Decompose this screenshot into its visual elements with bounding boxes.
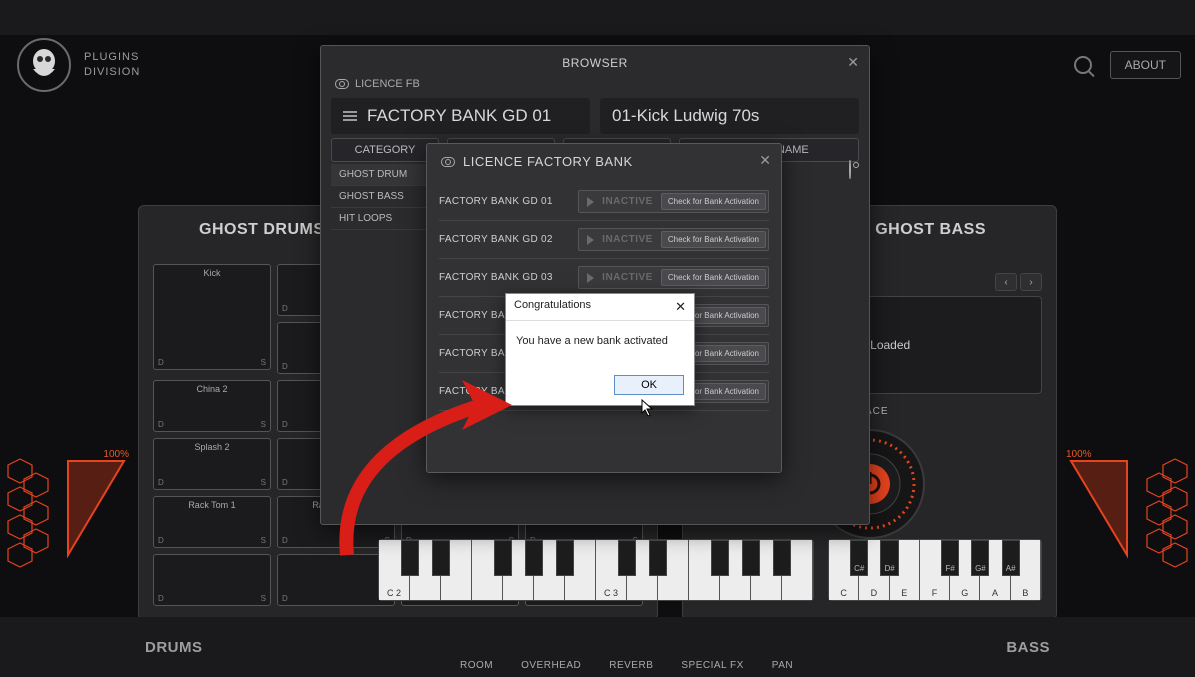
prev-preset-button[interactable]: ‹ xyxy=(995,273,1017,291)
pad-7[interactable]: China 2DS xyxy=(153,380,271,432)
play-icon xyxy=(587,197,594,207)
black-key[interactable]: G# xyxy=(971,540,989,576)
black-key[interactable] xyxy=(432,540,451,576)
browser-close-button[interactable]: ✕ xyxy=(847,54,859,71)
search-icon[interactable] xyxy=(1074,56,1092,74)
fx-knobs-row: ROOM OVERHEAD REVERB SPECIAL FX PAN xyxy=(460,660,793,671)
logo: PLUGINS DIVISION xyxy=(14,35,140,95)
fx-label: REVERB xyxy=(609,660,653,671)
status-label: INACTIVE xyxy=(602,234,653,245)
fx-label: ROOM xyxy=(460,660,493,671)
black-key[interactable] xyxy=(773,540,792,576)
black-key[interactable] xyxy=(742,540,761,576)
dialog-message: You have a new bank activated xyxy=(506,321,694,369)
logo-icon xyxy=(14,35,74,95)
black-key[interactable] xyxy=(556,540,575,576)
congrats-dialog: Congratulations ✕ You have a new bank ac… xyxy=(505,293,695,406)
bank-status: INACTIVE Check for Bank Activation xyxy=(578,228,769,251)
volume-left-value: 100% xyxy=(103,449,129,460)
ghost-bass-title: GHOST BASS xyxy=(875,221,986,239)
dialog-ok-button[interactable]: OK xyxy=(614,375,684,395)
black-key[interactable] xyxy=(525,540,544,576)
licence-bank-row: FACTORY BANK GD 03 INACTIVE Check for Bank… xyxy=(439,259,769,297)
black-key[interactable]: F# xyxy=(941,540,959,576)
keyboard-main[interactable]: C 2C 3 xyxy=(378,539,814,601)
play-icon xyxy=(587,235,594,245)
sample-selector[interactable]: 01-Kick Ludwig 70s xyxy=(600,98,859,134)
brand-text: PLUGINS DIVISION xyxy=(84,50,140,80)
volume-left[interactable]: 100% xyxy=(60,445,135,565)
licence-close-button[interactable]: ✕ xyxy=(759,152,771,169)
next-preset-button[interactable]: › xyxy=(1020,273,1042,291)
preview-toggle[interactable] xyxy=(849,161,851,179)
category-item[interactable]: GHOST DRUM xyxy=(331,164,439,186)
check-activation-button[interactable]: Check for Bank Activation xyxy=(661,231,766,248)
bank-status: INACTIVE Check for Bank Activation xyxy=(578,190,769,213)
black-key[interactable]: A# xyxy=(1002,540,1020,576)
status-label: INACTIVE xyxy=(602,196,653,207)
eye-icon xyxy=(335,79,349,89)
preset-nav: ‹ › xyxy=(995,273,1042,291)
black-key[interactable] xyxy=(401,540,420,576)
black-key[interactable] xyxy=(494,540,513,576)
check-activation-button[interactable]: Check for Bank Activation xyxy=(661,269,766,286)
eye-icon xyxy=(441,157,455,167)
category-item[interactable]: HIT LOOPS xyxy=(331,208,439,230)
window-titlebar xyxy=(0,0,1195,35)
play-icon xyxy=(587,273,594,283)
category-item[interactable]: GHOST BASS xyxy=(331,186,439,208)
about-button[interactable]: ABOUT xyxy=(1110,51,1181,79)
licence-bank-row: FACTORY BANK GD 01 INACTIVE Check for Bank… xyxy=(439,183,769,221)
brand-line2: DIVISION xyxy=(84,65,140,80)
footer-drums-label: DRUMS xyxy=(145,639,203,656)
dialog-title: Congratulations xyxy=(514,299,591,315)
bank-selector[interactable]: FACTORY BANK GD 01 xyxy=(331,98,590,134)
volume-right-value: 100% xyxy=(1066,449,1092,460)
pad-0[interactable]: KickDS xyxy=(153,264,271,370)
status-label: INACTIVE xyxy=(602,272,653,283)
black-key[interactable] xyxy=(649,540,668,576)
fx-label: OVERHEAD xyxy=(521,660,581,671)
footer-bass-label: BASS xyxy=(1006,639,1050,656)
bank-name: FACTORY BANK GD 03 xyxy=(439,272,553,283)
black-key[interactable]: D# xyxy=(880,540,898,576)
licence-fb-link[interactable]: LICENCE FB xyxy=(335,78,420,90)
keyboard-bass[interactable]: CDEFGABC#D#F#G#A# xyxy=(828,539,1042,601)
licence-title-row: LICENCE FACTORY BANK xyxy=(427,144,781,179)
pad-19[interactable]: DS xyxy=(153,554,271,606)
bank-name: FACTORY BANK GD 01 xyxy=(439,196,553,207)
category-list: GHOST DRUMGHOST BASSHIT LOOPS xyxy=(331,164,439,230)
black-key[interactable] xyxy=(711,540,730,576)
brand-line1: PLUGINS xyxy=(84,50,140,65)
bank-name: FACTORY BANK GD 02 xyxy=(439,234,553,245)
fx-label: PAN xyxy=(772,660,793,671)
sample-selected: 01-Kick Ludwig 70s xyxy=(612,106,759,126)
ghost-drums-title: GHOST DRUMS xyxy=(199,221,325,239)
dialog-close-button[interactable]: ✕ xyxy=(675,299,686,315)
pad-15[interactable]: Rack Tom 1DS xyxy=(153,496,271,548)
black-key[interactable] xyxy=(618,540,637,576)
bank-status: INACTIVE Check for Bank Activation xyxy=(578,266,769,289)
licence-title: LICENCE FACTORY BANK xyxy=(463,154,633,169)
pad-11[interactable]: Splash 2DS xyxy=(153,438,271,490)
licence-bank-row: FACTORY BANK GD 02 INACTIVE Check for Bank… xyxy=(439,221,769,259)
volume-right[interactable]: 100% xyxy=(1060,445,1135,565)
decor-hex-left xyxy=(0,455,60,590)
menu-icon xyxy=(343,111,357,121)
black-key[interactable]: C# xyxy=(850,540,868,576)
browser-title: BROWSER xyxy=(321,46,869,74)
check-activation-button[interactable]: Check for Bank Activation xyxy=(661,193,766,210)
decor-hex-right xyxy=(1135,455,1195,590)
fx-label: SPECIAL FX xyxy=(681,660,743,671)
col-category[interactable]: CATEGORY xyxy=(331,138,439,162)
eye-icon xyxy=(849,160,851,179)
bank-selected: FACTORY BANK GD 01 xyxy=(367,106,551,126)
licence-fb-label: LICENCE FB xyxy=(355,78,420,90)
